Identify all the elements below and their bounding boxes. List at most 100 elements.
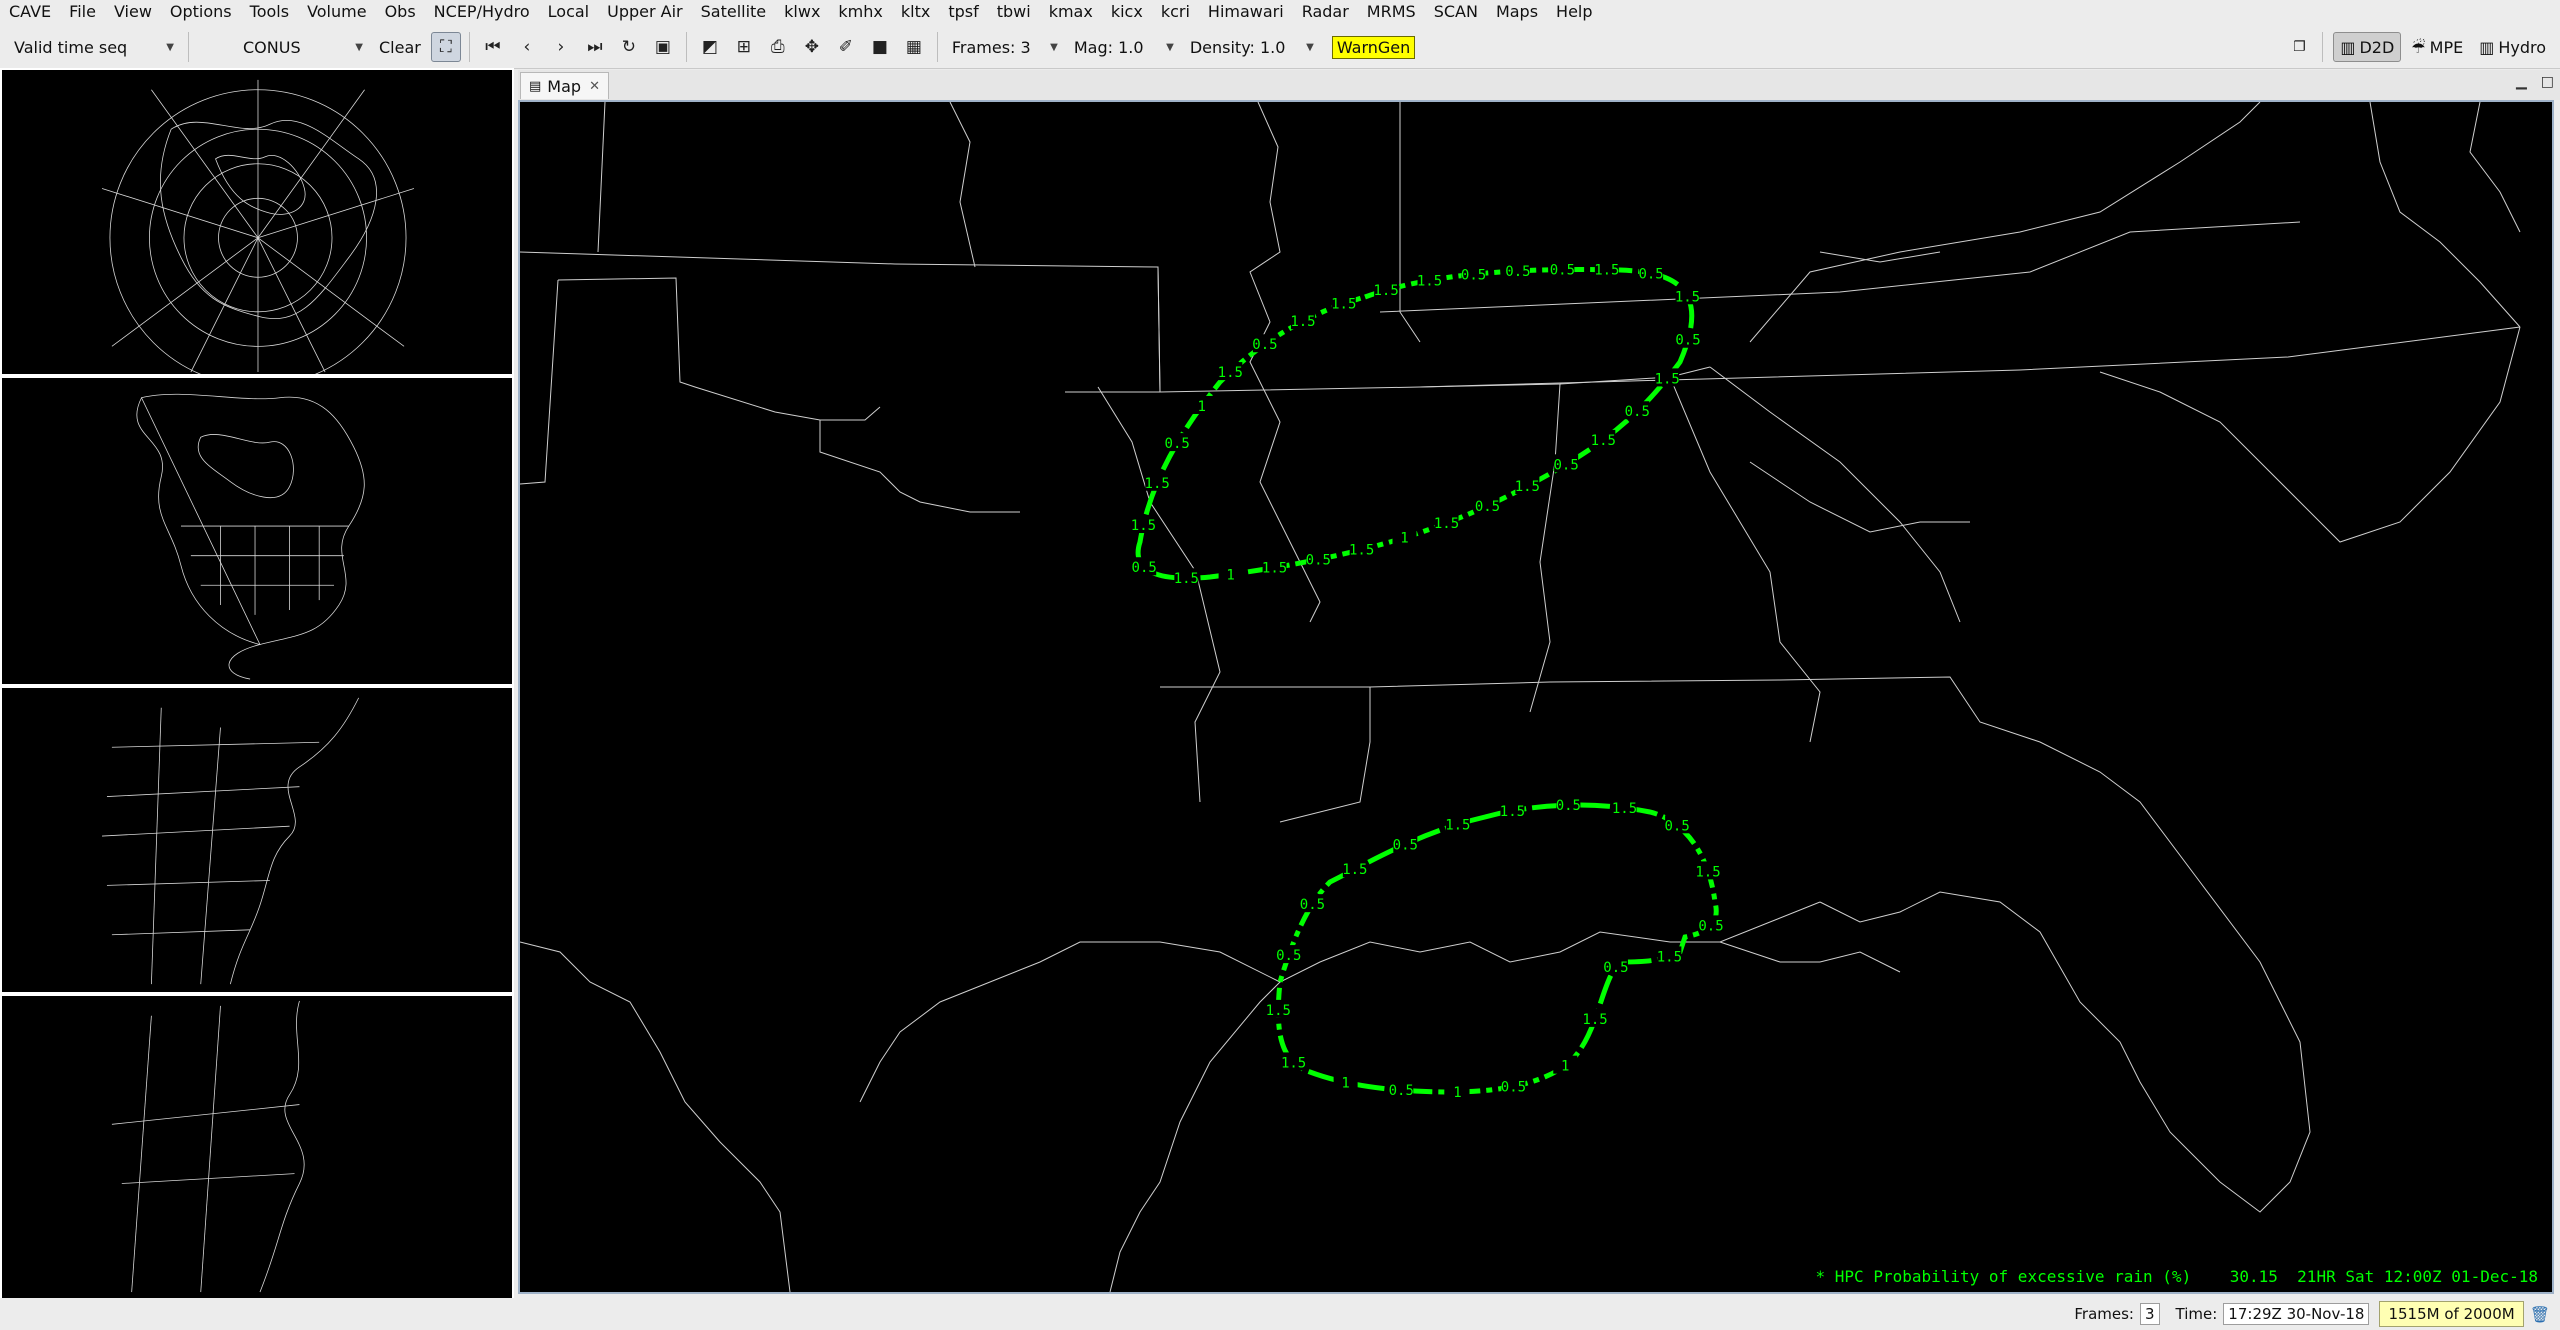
south-contour-label: 1.5 xyxy=(1445,817,1470,833)
menu-mrms[interactable]: MRMS xyxy=(1358,0,1425,24)
hydro-icon: ▥ xyxy=(2479,37,2495,57)
maximize-icon[interactable]: □ xyxy=(2541,74,2554,90)
mid-atlantic-map-thumbnail xyxy=(111,1000,305,1293)
menu-help[interactable]: Help xyxy=(1547,0,1601,24)
first-frame-icon[interactable]: ⏮ xyxy=(478,32,508,62)
north-contour-label: 0.5 xyxy=(1252,337,1277,353)
north-contour-label: 1 xyxy=(1400,531,1408,547)
side-pane-north-america[interactable] xyxy=(0,376,514,686)
loop-icon[interactable]: ↻ xyxy=(614,32,644,62)
dropdown-arrow-icon: ▼ xyxy=(355,41,363,53)
next-frame-icon[interactable]: › xyxy=(546,32,576,62)
menu-tpsf[interactable]: tpsf xyxy=(939,0,987,24)
menu-file[interactable]: File xyxy=(60,0,105,24)
menu-maps[interactable]: Maps xyxy=(1487,0,1547,24)
print-icon[interactable]: ⎙ xyxy=(763,32,793,62)
previous-frame-icon[interactable]: ‹ xyxy=(512,32,542,62)
status-frames-label: Frames: xyxy=(2074,1305,2134,1323)
north-contour-label: 0.5 xyxy=(1505,264,1530,280)
mpe-icon: ☔ xyxy=(2411,37,2426,57)
scale-dropdown[interactable]: CONUS ▼ xyxy=(195,32,371,62)
north-contour-label: 1.5 xyxy=(1131,518,1156,534)
sampling-icon[interactable]: ✐ xyxy=(831,32,861,62)
zoom-panes-icon[interactable]: ⊞ xyxy=(729,32,759,62)
map-tab-icon: ▤ xyxy=(529,78,542,94)
menu-kmhx[interactable]: kmhx xyxy=(829,0,891,24)
menu-kmax[interactable]: kmax xyxy=(1040,0,1102,24)
menu-local[interactable]: Local xyxy=(539,0,598,24)
north-contour-label: 1.5 xyxy=(1434,516,1459,532)
perspective-label: MPE xyxy=(2429,37,2464,57)
status-bar: Frames: 3 Time: 17:29Z 30-Nov-18 1515M o… xyxy=(0,1298,2560,1330)
trash-icon[interactable]: 🗑 xyxy=(2530,1305,2550,1324)
menu-tbwi[interactable]: tbwi xyxy=(988,0,1040,24)
menu-view[interactable]: View xyxy=(105,0,161,24)
loop-properties-icon[interactable]: ▣ xyxy=(648,32,678,62)
north-contour-label: 1.5 xyxy=(1417,273,1442,289)
south-contour-label: 0.5 xyxy=(1300,897,1325,913)
tab-map[interactable]: ▤ Map ✕ xyxy=(520,72,609,99)
menu-radar[interactable]: Radar xyxy=(1293,0,1358,24)
south-contour: 1.5 0.5 1.5 0.5 1.5 0.5 1.5 0.5 1.5 1 0.5 1 0.5 1 1.5 1… xyxy=(1266,795,1724,1101)
menu-scan[interactable]: SCAN xyxy=(1425,0,1487,24)
menu-kltx[interactable]: kltx xyxy=(892,0,939,24)
north-contour-label: 1 xyxy=(1197,399,1205,415)
side-pane-polar[interactable] xyxy=(0,68,514,376)
perspective-mpe[interactable]: ☔ MPE xyxy=(2405,33,2469,61)
mag-dropdown[interactable]: Mag: 1.0 ▼ xyxy=(1066,32,1182,62)
close-icon[interactable]: ✕ xyxy=(589,79,600,94)
south-contour-label: 1 xyxy=(1561,1059,1569,1075)
menu-volume[interactable]: Volume xyxy=(298,0,376,24)
menu-tools[interactable]: Tools xyxy=(241,0,298,24)
warngen-button[interactable]: WarnGen xyxy=(1331,35,1416,59)
menu-himawari[interactable]: Himawari xyxy=(1199,0,1293,24)
side-pane-east-coast[interactable] xyxy=(0,686,514,994)
side-pane-mid-atlantic[interactable] xyxy=(0,994,514,1300)
north-contour-label: 1.5 xyxy=(1174,571,1199,587)
menu-options[interactable]: Options xyxy=(161,0,241,24)
south-contour-label: 1 xyxy=(1453,1085,1461,1101)
north-contour-label: 0.5 xyxy=(1461,267,1486,283)
frames-dropdown[interactable]: Frames: 3 ▼ xyxy=(944,32,1066,62)
state-boundaries xyxy=(520,102,2521,1292)
south-contour-label: 1.5 xyxy=(1612,801,1637,817)
menu-kcri[interactable]: kcri xyxy=(1152,0,1199,24)
north-contour-label: 1.5 xyxy=(1262,561,1287,577)
menu-satellite[interactable]: Satellite xyxy=(692,0,776,24)
menu-cave[interactable]: CAVE xyxy=(0,0,60,24)
north-contour-label: 0.5 xyxy=(1675,333,1700,349)
minimize-icon[interactable]: ▁ xyxy=(2516,74,2527,90)
perspective-d2d[interactable]: ▥ D2D xyxy=(2333,32,2402,62)
main-map-pane[interactable]: 1.5 1.5 0.5 0.5 0.5 1.5 0.5 1.5 0.5 1.5 0.5 1.5 0.5 1… xyxy=(518,100,2554,1294)
south-contour-label: 1.5 xyxy=(1500,804,1525,820)
north-contour-label: 1.5 xyxy=(1594,263,1619,279)
last-frame-icon[interactable]: ⏭ xyxy=(580,32,610,62)
four-panel-icon[interactable]: ▦ xyxy=(899,32,929,62)
time-mode-dropdown[interactable]: Valid time seq ▼ xyxy=(6,32,182,62)
image-properties-icon[interactable]: ◩ xyxy=(695,32,725,62)
density-dropdown[interactable]: Density: 1.0 ▼ xyxy=(1182,32,1322,62)
north-contour-label: 1.5 xyxy=(1349,543,1374,559)
single-pane-icon[interactable]: ■ xyxy=(865,32,895,62)
south-contour-label: 1.5 xyxy=(1266,1003,1291,1019)
perspective-label: D2D xyxy=(2359,37,2395,57)
north-contour-label: 1.5 xyxy=(1374,283,1399,299)
pan-icon[interactable]: ✥ xyxy=(797,32,827,62)
clear-button[interactable]: Clear xyxy=(371,38,429,57)
north-contour-label: 0.5 xyxy=(1165,436,1190,452)
menu-kicx[interactable]: kicx xyxy=(1102,0,1152,24)
south-contour-line xyxy=(1275,802,1719,1095)
menu-klwx[interactable]: klwx xyxy=(775,0,829,24)
product-legend: * HPC Probability of excessive rain (%) … xyxy=(1816,1267,2538,1286)
menu-obs[interactable]: Obs xyxy=(376,0,425,24)
menu-ncep-hydro[interactable]: NCEP/Hydro xyxy=(425,0,539,24)
south-contour-label: 1.5 xyxy=(1695,864,1720,880)
east-coast-map-thumbnail xyxy=(102,697,360,985)
menu-upper-air[interactable]: Upper Air xyxy=(598,0,692,24)
scale-value: CONUS xyxy=(243,37,301,57)
perspective-hydro[interactable]: ▥ Hydro xyxy=(2473,33,2552,61)
fullscreen-toggle-icon[interactable]: ⛶ xyxy=(430,32,461,62)
toolbar-separator xyxy=(2322,32,2324,62)
south-contour-label: 1.5 xyxy=(1342,862,1367,878)
open-perspective-icon[interactable]: ❐ xyxy=(2284,32,2314,62)
